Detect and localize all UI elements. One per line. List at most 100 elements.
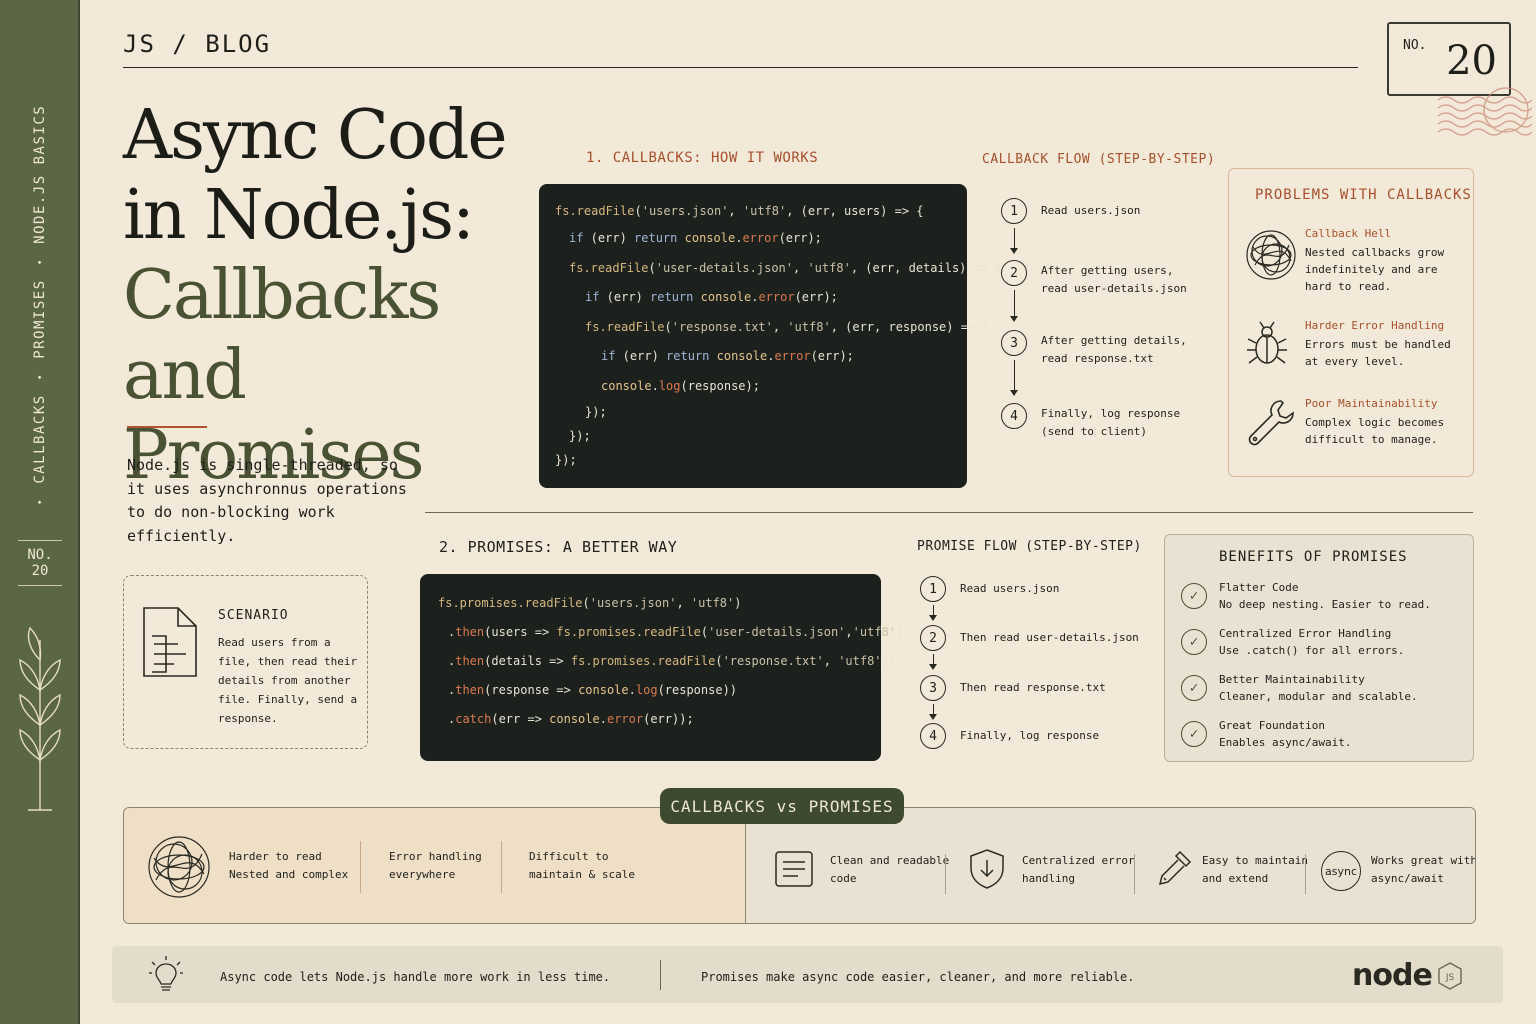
code-line: if (err) return console.error(err); <box>569 231 822 245</box>
footer-divider <box>660 960 661 990</box>
benefit-item: ✓ Better Maintainability Cleaner, modula… <box>1181 671 1418 705</box>
check-icon: ✓ <box>1181 675 1207 701</box>
benefits-card: BENEFITS OF PROMISES ✓ Flatter Code No d… <box>1164 534 1474 762</box>
section1-label: 1. CALLBACKS: HOW IT WORKS <box>586 150 818 166</box>
callback-con: Difficult to maintain & scale <box>529 848 635 884</box>
benefit-body: Enables async/await. <box>1219 736 1352 749</box>
con-line-1: Harder to read <box>229 850 322 863</box>
promise-pro: Clean and readable code <box>830 852 949 888</box>
code-line: .then(details => fs.promises.readFile('r… <box>448 654 896 668</box>
js-hexagon-icon: JS <box>1438 961 1462 990</box>
section2-label: 2. PROMISES: A BETTER WAY <box>439 538 678 556</box>
step-text: Then read user-details.json <box>960 631 1139 644</box>
dot-separator: • <box>34 497 46 506</box>
sidebar-item-promises[interactable]: PROMISES <box>32 279 48 358</box>
benefit-item: ✓ Centralized Error Handling Use .catch(… <box>1181 625 1404 659</box>
con-line-1: Difficult to <box>529 850 609 863</box>
callback-flow-step: 2 After getting users, read user-details… <box>1001 260 1191 298</box>
nodejs-logo: node JS <box>1352 958 1464 993</box>
pro-line-1: Clean and readable <box>830 854 950 867</box>
intro-text: Node.js is single-threaded, so it uses a… <box>127 456 407 545</box>
step-number: 4 <box>920 723 946 749</box>
con-line-2: maintain & scale <box>529 868 635 881</box>
bug-icon <box>1247 321 1287 364</box>
section-divider <box>425 512 1473 513</box>
problem-item: Callback Hell Nested callbacks grow inde… <box>1245 227 1465 295</box>
title-line-3: Callbacks and <box>123 256 441 415</box>
pro-line-1: Easy to maintain <box>1202 854 1308 867</box>
callback-flow-step: 3 After getting details, read response.t… <box>1001 330 1191 368</box>
arrow-down-icon <box>929 704 937 720</box>
promise-flow-step: 3 Then read response.txt <box>920 675 1106 701</box>
promises-side: Clean and readable code Centralized erro… <box>746 808 1475 923</box>
promise-pro: Centralized error handling <box>1022 852 1135 888</box>
sidebar-item-nodejs-basics[interactable]: NODE.JS BASICS <box>32 105 48 244</box>
check-icon: ✓ <box>1181 583 1207 609</box>
title-line-2: in Node.js: <box>123 176 475 255</box>
benefit-body: Use .catch() for all errors. <box>1219 644 1405 657</box>
code-line: if (err) return console.error(err); <box>585 290 838 304</box>
callbacks-side: Harder to read Nested and complex Error … <box>124 808 746 923</box>
divider <box>945 854 946 894</box>
comparison-title-pill: CALLBACKS vs PROMISES <box>660 788 904 824</box>
code-line: fs.readFile('user-details.json', 'utf8',… <box>569 261 1003 275</box>
code-line: if (err) return console.error(err); <box>601 349 854 363</box>
step-text: Then read response.txt <box>960 681 1106 694</box>
con-line-1: Error handling <box>389 850 482 863</box>
benefit-body: No deep nesting. Easier to read. <box>1219 598 1431 611</box>
step-text: Read users.json <box>1041 204 1141 217</box>
benefit-heading: Great Foundation <box>1219 719 1325 732</box>
code-line: .then(users => fs.promises.readFile('use… <box>448 625 911 639</box>
pro-line-2: async/await <box>1371 872 1444 885</box>
problems-card: PROBLEMS WITH CALLBACKS Callback Hell Ne… <box>1228 168 1474 477</box>
code-line: }); <box>585 405 607 419</box>
callback-flow-title: CALLBACK FLOW (STEP-BY-STEP) <box>982 152 1216 167</box>
shield-arrow-icon <box>970 849 1004 889</box>
callback-flow-step: 4 Finally, log response (send to client) <box>1001 403 1191 441</box>
pro-line-1: Centralized error <box>1022 854 1135 867</box>
js-badge-text: JS <box>1445 973 1455 983</box>
benefit-item: ✓ Flatter Code No deep nesting. Easier t… <box>1181 579 1431 613</box>
blog-breadcrumb[interactable]: JS / BLOG <box>123 30 271 58</box>
con-line-2: everywhere <box>389 868 456 881</box>
section1-label-num: 1. CALLBACKS: <box>586 150 703 166</box>
sidebar-item-callbacks[interactable]: CALLBACKS <box>32 394 48 483</box>
problems-title: PROBLEMS WITH CALLBACKS <box>1255 187 1472 203</box>
callback-con: Error handling everywhere <box>389 848 482 884</box>
pro-line-2: and extend <box>1202 872 1269 885</box>
postmark-icon <box>1437 87 1532 136</box>
arrow-down-icon <box>1010 360 1018 396</box>
dot-separator: • <box>34 257 46 266</box>
pro-line-2: code <box>830 872 857 885</box>
page-title: Async Code in Node.js: Callbacks and Pro… <box>123 96 543 496</box>
lightbulb-icon <box>149 956 183 991</box>
nodejs-logo-text: node <box>1352 958 1433 993</box>
arrow-down-icon <box>1010 228 1018 254</box>
check-icon: ✓ <box>1181 721 1207 747</box>
arrow-down-icon <box>929 654 937 670</box>
benefit-heading: Flatter Code <box>1219 581 1299 594</box>
footer-right-text: Promises make async code easier, cleaner… <box>701 970 1135 984</box>
sidebar-no-label: NO. <box>27 547 53 563</box>
divider <box>1134 854 1135 894</box>
step-text: Finally, log response <box>960 729 1100 742</box>
step-number: 4 <box>1001 403 1027 429</box>
sidebar-no-value: 20 <box>31 563 49 579</box>
step-text: After getting details, read response.txt <box>1041 334 1187 365</box>
benefit-heading: Better Maintainability <box>1219 673 1365 686</box>
section1-label-rest: HOW IT WORKS <box>702 150 819 166</box>
code-line: fs.promises.readFile('users.json', 'utf8… <box>438 596 742 610</box>
code-line: fs.readFile('users.json', 'utf8', (err, … <box>555 204 924 218</box>
divider <box>501 841 502 893</box>
step-number: 3 <box>1001 330 1027 356</box>
document-lines-icon <box>775 851 813 887</box>
code-line: }); <box>555 453 577 467</box>
title-line-1: Async Code <box>123 96 508 175</box>
title-underline <box>127 426 207 428</box>
problem-body: Nested callbacks grow indefinitely and a… <box>1305 246 1445 293</box>
promise-pro: Works great with async/await <box>1371 852 1475 888</box>
footer-left-text: Async code lets Node.js handle more work… <box>220 970 611 984</box>
callback-flow-step: 1 Read users.json <box>1001 198 1201 224</box>
file-icon <box>143 607 197 677</box>
arrow-down-icon <box>1010 290 1018 322</box>
